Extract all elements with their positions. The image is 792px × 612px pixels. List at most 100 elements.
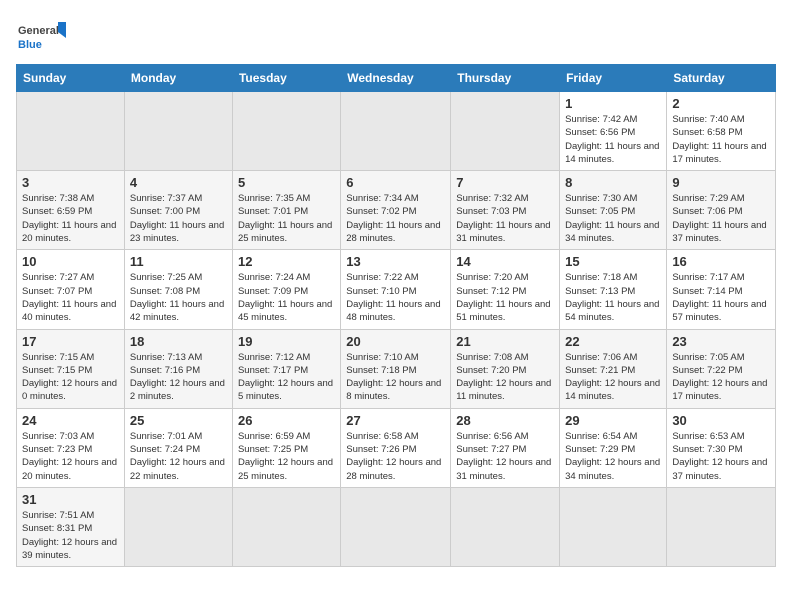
calendar-cell: [232, 487, 340, 566]
calendar-cell: 9 Sunrise: 7:29 AM Sunset: 7:06 PM Daylig…: [667, 171, 776, 250]
calendar-week-2: 3 Sunrise: 7:38 AM Sunset: 6:59 PM Daylig…: [17, 171, 776, 250]
svg-text:General: General: [18, 25, 59, 37]
day-number: 31: [22, 492, 119, 507]
day-info: Sunrise: 7:38 AM Sunset: 6:59 PM Dayligh…: [22, 192, 119, 245]
day-number: 16: [672, 254, 770, 269]
calendar-cell: 3 Sunrise: 7:38 AM Sunset: 6:59 PM Daylig…: [17, 171, 125, 250]
weekday-header-tuesday: Tuesday: [232, 65, 340, 92]
day-info: Sunrise: 7:05 AM Sunset: 7:22 PM Dayligh…: [672, 351, 770, 404]
logo-svg: General Blue: [16, 16, 66, 56]
day-info: Sunrise: 7:24 AM Sunset: 7:09 PM Dayligh…: [238, 271, 335, 324]
calendar-cell: 8Sunrise: 7:30 AM Sunset: 7:05 PM Daylig…: [560, 171, 667, 250]
day-number: 19: [238, 334, 335, 349]
day-number: 15: [565, 254, 661, 269]
calendar-cell: 27 Sunrise: 6:58 AM Sunset: 7:26 PM Dayli…: [341, 408, 451, 487]
day-info: Sunrise: 7:25 AM Sunset: 7:08 PM Dayligh…: [130, 271, 227, 324]
calendar-cell: 11 Sunrise: 7:25 AM Sunset: 7:08 PM Dayli…: [124, 250, 232, 329]
calendar-cell: 1 Sunrise: 7:42 AM Sunset: 6:56 PM Daylig…: [560, 92, 667, 171]
day-number: 6: [346, 175, 445, 190]
weekday-header-friday: Friday: [560, 65, 667, 92]
calendar-table: SundayMondayTuesdayWednesdayThursdayFrid…: [16, 64, 776, 567]
calendar-cell: 17Sunrise: 7:15 AM Sunset: 7:15 PM Dayli…: [17, 329, 125, 408]
day-info: Sunrise: 7:03 AM Sunset: 7:23 PM Dayligh…: [22, 430, 119, 483]
day-number: 10: [22, 254, 119, 269]
day-info: Sunrise: 7:29 AM Sunset: 7:06 PM Dayligh…: [672, 192, 770, 245]
calendar-week-3: 10Sunrise: 7:27 AM Sunset: 7:07 PM Dayli…: [17, 250, 776, 329]
calendar-cell: 31 Sunrise: 7:51 AM Sunset: 8:31 PM Dayli…: [17, 487, 125, 566]
day-number: 21: [456, 334, 554, 349]
day-number: 2: [672, 96, 770, 111]
weekday-header-thursday: Thursday: [451, 65, 560, 92]
day-info: Sunrise: 6:53 AM Sunset: 7:30 PM Dayligh…: [672, 430, 770, 483]
day-info: Sunrise: 7:40 AM Sunset: 6:58 PM Dayligh…: [672, 113, 770, 166]
weekday-header-monday: Monday: [124, 65, 232, 92]
day-info: Sunrise: 7:42 AM Sunset: 6:56 PM Dayligh…: [565, 113, 661, 166]
calendar-cell: 7 Sunrise: 7:32 AM Sunset: 7:03 PM Daylig…: [451, 171, 560, 250]
calendar-cell: 21 Sunrise: 7:08 AM Sunset: 7:20 PM Dayli…: [451, 329, 560, 408]
day-info: Sunrise: 7:32 AM Sunset: 7:03 PM Dayligh…: [456, 192, 554, 245]
day-number: 11: [130, 254, 227, 269]
weekday-header-sunday: Sunday: [17, 65, 125, 92]
header: General Blue: [16, 16, 776, 56]
calendar-cell: [451, 92, 560, 171]
day-info: Sunrise: 7:37 AM Sunset: 7:00 PM Dayligh…: [130, 192, 227, 245]
day-info: Sunrise: 7:13 AM Sunset: 7:16 PM Dayligh…: [130, 351, 227, 404]
day-number: 5: [238, 175, 335, 190]
calendar-cell: 15Sunrise: 7:18 AM Sunset: 7:13 PM Dayli…: [560, 250, 667, 329]
day-info: Sunrise: 6:58 AM Sunset: 7:26 PM Dayligh…: [346, 430, 445, 483]
day-number: 23: [672, 334, 770, 349]
calendar-cell: 6 Sunrise: 7:34 AM Sunset: 7:02 PM Daylig…: [341, 171, 451, 250]
day-number: 22: [565, 334, 661, 349]
day-number: 13: [346, 254, 445, 269]
calendar-cell: 30 Sunrise: 6:53 AM Sunset: 7:30 PM Dayli…: [667, 408, 776, 487]
day-number: 27: [346, 413, 445, 428]
calendar-cell: 23 Sunrise: 7:05 AM Sunset: 7:22 PM Dayli…: [667, 329, 776, 408]
day-info: Sunrise: 7:10 AM Sunset: 7:18 PM Dayligh…: [346, 351, 445, 404]
calendar-week-1: 1 Sunrise: 7:42 AM Sunset: 6:56 PM Daylig…: [17, 92, 776, 171]
calendar-cell: 12Sunrise: 7:24 AM Sunset: 7:09 PM Dayli…: [232, 250, 340, 329]
calendar-cell: [341, 92, 451, 171]
calendar-cell: 18 Sunrise: 7:13 AM Sunset: 7:16 PM Dayli…: [124, 329, 232, 408]
calendar-cell: 20 Sunrise: 7:10 AM Sunset: 7:18 PM Dayli…: [341, 329, 451, 408]
calendar-cell: 25Sunrise: 7:01 AM Sunset: 7:24 PM Dayli…: [124, 408, 232, 487]
day-info: Sunrise: 7:51 AM Sunset: 8:31 PM Dayligh…: [22, 509, 119, 562]
day-info: Sunrise: 6:54 AM Sunset: 7:29 PM Dayligh…: [565, 430, 661, 483]
weekday-header-row: SundayMondayTuesdayWednesdayThursdayFrid…: [17, 65, 776, 92]
day-info: Sunrise: 7:35 AM Sunset: 7:01 PM Dayligh…: [238, 192, 335, 245]
day-number: 24: [22, 413, 119, 428]
day-info: Sunrise: 7:22 AM Sunset: 7:10 PM Dayligh…: [346, 271, 445, 324]
day-number: 7: [456, 175, 554, 190]
calendar-cell: [17, 92, 125, 171]
day-info: Sunrise: 7:34 AM Sunset: 7:02 PM Dayligh…: [346, 192, 445, 245]
calendar-cell: 29 Sunrise: 6:54 AM Sunset: 7:29 PM Dayli…: [560, 408, 667, 487]
calendar-cell: [124, 92, 232, 171]
calendar-cell: 2 Sunrise: 7:40 AM Sunset: 6:58 PM Daylig…: [667, 92, 776, 171]
day-number: 9: [672, 175, 770, 190]
calendar-cell: 13 Sunrise: 7:22 AM Sunset: 7:10 PM Dayli…: [341, 250, 451, 329]
day-number: 3: [22, 175, 119, 190]
svg-text:Blue: Blue: [18, 39, 42, 51]
calendar-cell: [124, 487, 232, 566]
day-number: 28: [456, 413, 554, 428]
calendar-cell: 19Sunrise: 7:12 AM Sunset: 7:17 PM Dayli…: [232, 329, 340, 408]
calendar-week-4: 17Sunrise: 7:15 AM Sunset: 7:15 PM Dayli…: [17, 329, 776, 408]
calendar-cell: [232, 92, 340, 171]
day-number: 26: [238, 413, 335, 428]
calendar-cell: 24 Sunrise: 7:03 AM Sunset: 7:23 PM Dayli…: [17, 408, 125, 487]
calendar-week-6: 31 Sunrise: 7:51 AM Sunset: 8:31 PM Dayli…: [17, 487, 776, 566]
day-number: 25: [130, 413, 227, 428]
day-number: 18: [130, 334, 227, 349]
day-number: 14: [456, 254, 554, 269]
day-info: Sunrise: 7:17 AM Sunset: 7:14 PM Dayligh…: [672, 271, 770, 324]
day-number: 20: [346, 334, 445, 349]
day-number: 30: [672, 413, 770, 428]
day-info: Sunrise: 7:06 AM Sunset: 7:21 PM Dayligh…: [565, 351, 661, 404]
day-number: 29: [565, 413, 661, 428]
day-number: 1: [565, 96, 661, 111]
calendar-cell: 10Sunrise: 7:27 AM Sunset: 7:07 PM Dayli…: [17, 250, 125, 329]
calendar-cell: [451, 487, 560, 566]
day-info: Sunrise: 7:08 AM Sunset: 7:20 PM Dayligh…: [456, 351, 554, 404]
calendar-cell: 5 Sunrise: 7:35 AM Sunset: 7:01 PM Daylig…: [232, 171, 340, 250]
day-info: Sunrise: 7:30 AM Sunset: 7:05 PM Dayligh…: [565, 192, 661, 245]
calendar-cell: 26Sunrise: 6:59 AM Sunset: 7:25 PM Dayli…: [232, 408, 340, 487]
